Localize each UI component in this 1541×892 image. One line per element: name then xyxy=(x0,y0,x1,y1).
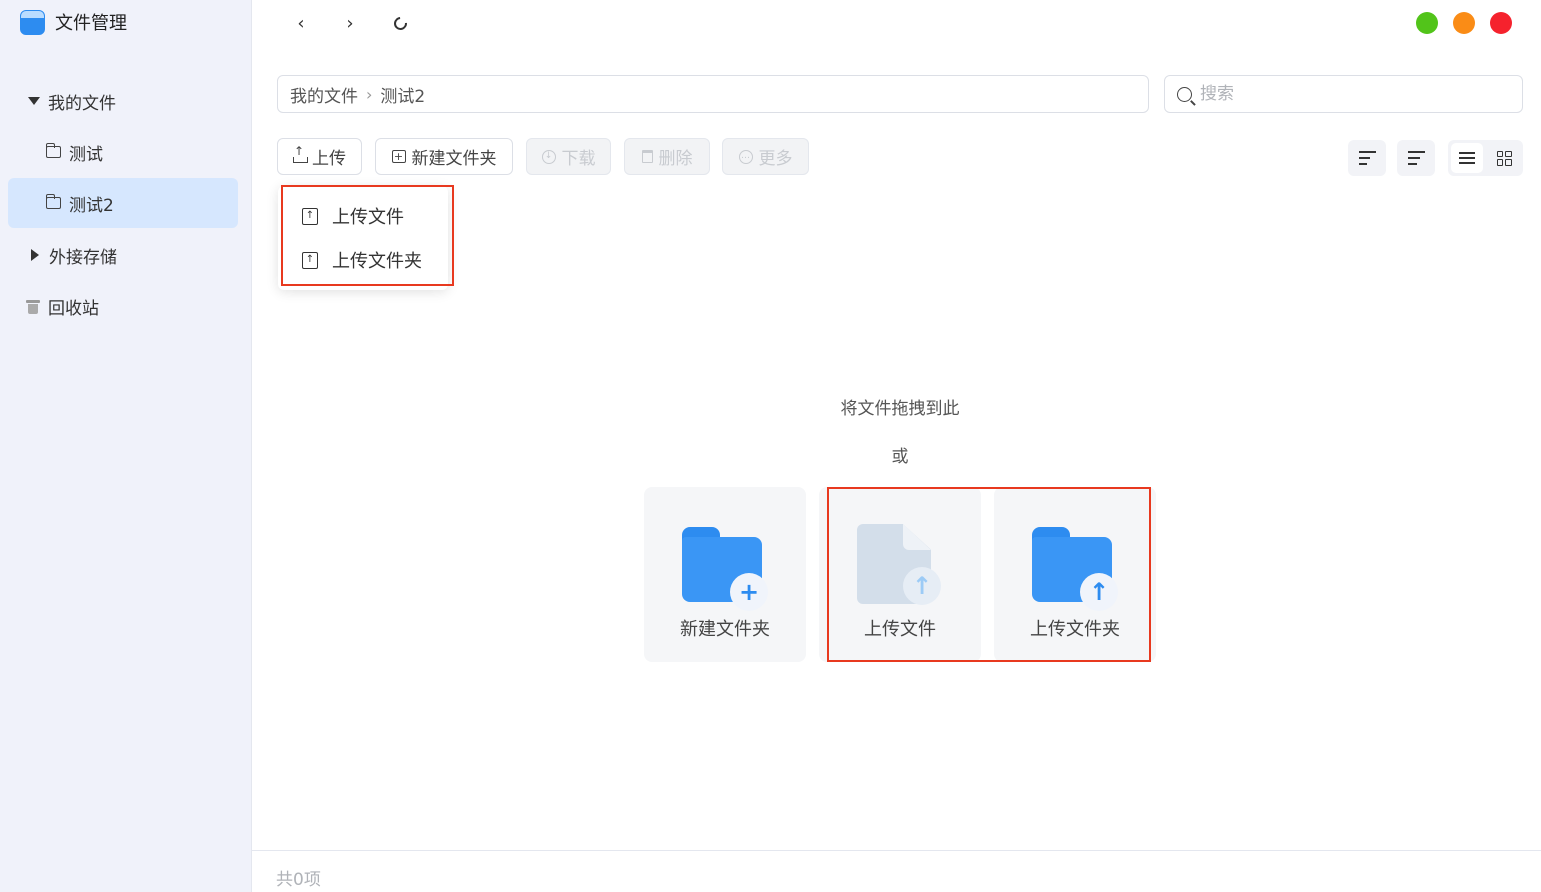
arrow-up-icon: ↑ xyxy=(1080,573,1118,611)
plus-icon: + xyxy=(730,573,768,611)
folder-icon xyxy=(45,194,61,209)
breadcrumb-item-current[interactable]: 测试2 xyxy=(380,82,425,107)
back-button[interactable]: ‹ xyxy=(286,8,316,38)
upload-dropdown-menu: ↑ 上传文件 ↑ 上传文件夹 xyxy=(278,186,448,290)
new-folder-button[interactable]: + 新建文件夹 xyxy=(375,138,513,175)
folder-upload-icon: ↑ xyxy=(302,251,318,269)
trash-icon xyxy=(641,150,653,163)
sidebar-item-folder-test[interactable]: 测试 xyxy=(45,127,103,177)
item-count: 共0项 xyxy=(276,870,321,890)
upload-button[interactable]: 上传 xyxy=(277,138,362,175)
status-bar: 共0项 xyxy=(252,850,1541,892)
upload-button-label: 上传 xyxy=(312,149,346,169)
search-icon xyxy=(1177,86,1192,102)
sort-button[interactable] xyxy=(1397,140,1435,176)
refresh-button[interactable] xyxy=(385,8,415,38)
add-folder-icon: + xyxy=(391,150,406,163)
minimize-dot[interactable] xyxy=(1453,12,1475,34)
maximize-dot[interactable] xyxy=(1416,12,1438,34)
more-icon: … xyxy=(738,149,753,164)
list-view-button[interactable] xyxy=(1451,143,1483,173)
list-settings-button[interactable] xyxy=(1348,140,1386,176)
card-label: 新建文件夹 xyxy=(680,619,770,640)
card-label: 上传文件夹 xyxy=(1030,619,1120,640)
trash-icon xyxy=(26,298,40,314)
sidebar-item-trash[interactable]: 回收站 xyxy=(26,281,99,331)
card-label: 上传文件 xyxy=(864,619,936,640)
more-button-label: 更多 xyxy=(758,149,793,169)
new-folder-button-label: 新建文件夹 xyxy=(411,149,497,169)
menu-item-upload-folder[interactable]: ↑ 上传文件夹 xyxy=(302,245,422,275)
forward-button[interactable]: › xyxy=(335,8,365,38)
upload-folder-card[interactable]: ↑ 上传文件夹 xyxy=(994,487,1156,662)
download-button-label: 下载 xyxy=(561,149,596,169)
sort-icon xyxy=(1407,151,1425,165)
download-button[interactable]: ↓ 下载 xyxy=(526,138,611,175)
sidebar: 文件管理 我的文件 测试 测试2 外接存储 回收站 xyxy=(0,0,252,892)
chevron-left-icon: ‹ xyxy=(297,12,305,34)
upload-file-card[interactable]: ↑ 上传文件 xyxy=(819,487,981,662)
view-toggle xyxy=(1448,140,1523,176)
caret-down-icon xyxy=(28,97,40,105)
menu-item-label: 上传文件夹 xyxy=(332,251,422,272)
close-dot[interactable] xyxy=(1490,12,1512,34)
sidebar-item-external-storage[interactable]: 外接存储 xyxy=(28,230,117,280)
grid-view-button[interactable] xyxy=(1488,143,1520,173)
sidebar-item-label: 测试 xyxy=(69,144,103,165)
sidebar-item-label: 外接存储 xyxy=(49,247,117,268)
app-logo-icon xyxy=(20,9,45,35)
sidebar-item-my-files[interactable]: 我的文件 xyxy=(28,76,116,126)
app-title-text: 文件管理 xyxy=(55,13,127,34)
chevron-right-icon: › xyxy=(346,12,354,34)
or-text: 或 xyxy=(891,447,909,467)
list-view-icon xyxy=(1459,152,1475,164)
more-button[interactable]: … 更多 xyxy=(722,138,809,175)
drag-hint-text: 将文件拖拽到此 xyxy=(840,399,960,419)
folder-icon xyxy=(45,143,61,158)
search-input[interactable] xyxy=(1200,84,1500,104)
folder-add-icon: + xyxy=(682,527,768,611)
breadcrumb: 我的文件 › 测试2 xyxy=(277,75,1149,113)
sidebar-item-label: 回收站 xyxy=(48,298,99,319)
delete-button[interactable]: 删除 xyxy=(624,138,710,175)
grid-view-icon xyxy=(1496,150,1512,166)
chevron-right-icon: › xyxy=(366,84,373,104)
sidebar-item-folder-test2[interactable]: 测试2 xyxy=(8,178,238,228)
breadcrumb-item-my-files[interactable]: 我的文件 xyxy=(290,82,358,107)
sidebar-item-label: 测试2 xyxy=(69,195,114,216)
sidebar-item-label: 我的文件 xyxy=(48,93,116,114)
menu-item-upload-file[interactable]: ↑ 上传文件 xyxy=(302,201,404,231)
app-title: 文件管理 xyxy=(20,8,127,36)
search-box xyxy=(1164,75,1523,113)
folder-upload-icon: ↑ xyxy=(1032,527,1118,611)
file-upload-icon: ↑ xyxy=(302,207,318,225)
list-settings-icon xyxy=(1358,151,1376,165)
new-folder-card[interactable]: + 新建文件夹 xyxy=(644,487,806,662)
delete-button-label: 删除 xyxy=(658,149,693,169)
menu-item-label: 上传文件 xyxy=(332,207,404,228)
caret-right-icon xyxy=(31,249,39,261)
cloud-download-icon: ↓ xyxy=(541,149,556,164)
upload-icon xyxy=(293,144,308,163)
refresh-icon xyxy=(390,13,410,33)
arrow-up-icon: ↑ xyxy=(903,567,941,605)
